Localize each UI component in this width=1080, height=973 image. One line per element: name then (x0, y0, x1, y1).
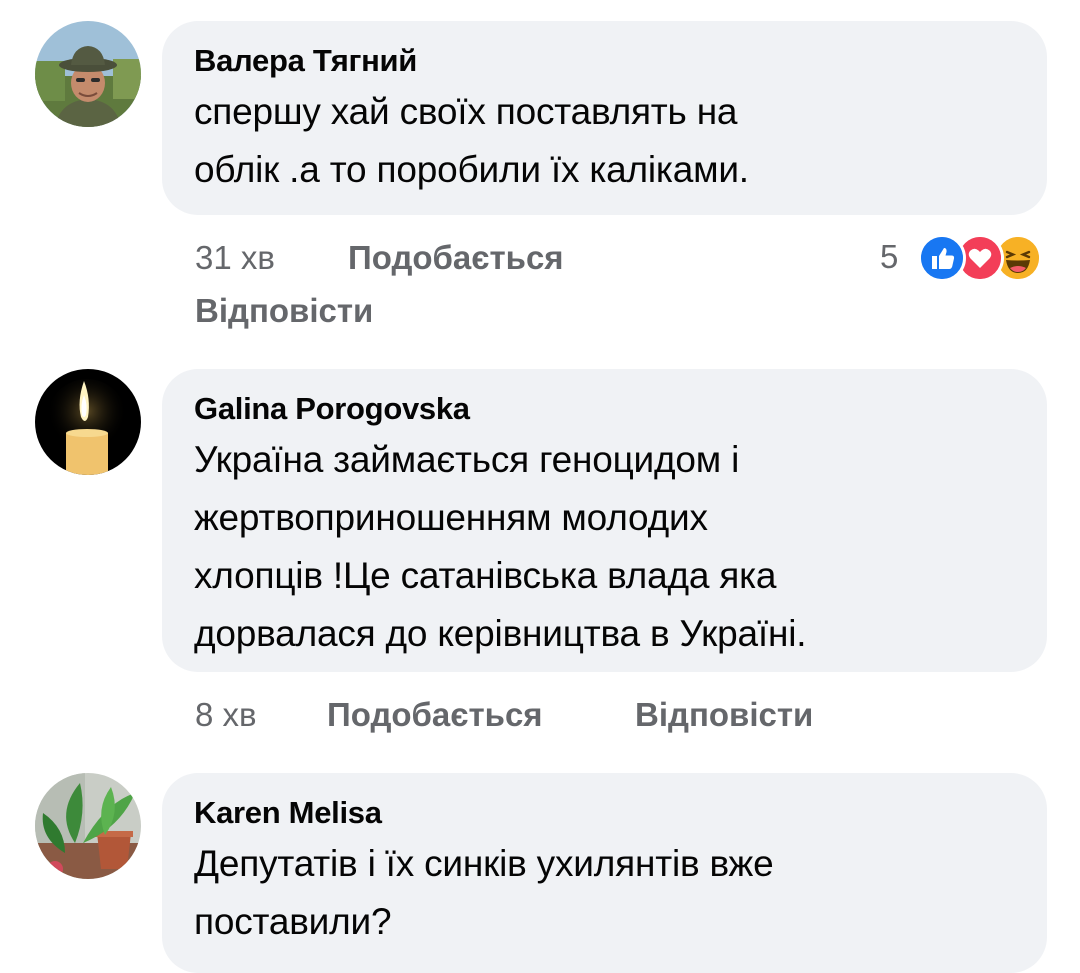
comment-text: Україна займається геноцидом і жертвопри… (194, 439, 807, 654)
author-avatar[interactable] (35, 369, 141, 475)
like-icon (918, 234, 966, 282)
comment-time[interactable]: 8 хв (195, 696, 257, 734)
reply-button[interactable]: Відповісти (635, 696, 813, 734)
man-in-hat-avatar-image (35, 21, 141, 127)
comment-bubble: Karen Melisa Депутатів і їх синків ухиля… (162, 773, 1047, 973)
author-name[interactable]: Galina Porogovska (194, 391, 1017, 427)
author-avatar[interactable] (35, 21, 141, 127)
candle-avatar-image (35, 369, 141, 475)
reaction-count: 5 (880, 238, 899, 275)
comment-time[interactable]: 31 хв (195, 239, 275, 277)
reply-button[interactable]: Відповісти (195, 292, 373, 330)
like-button[interactable]: Подобається (348, 239, 564, 277)
comment-text: спершу хай своїх поставлять на облік .а … (194, 91, 749, 190)
like-button[interactable]: Подобається (327, 696, 543, 734)
author-avatar[interactable] (35, 773, 141, 879)
author-name[interactable]: Karen Melisa (194, 795, 1017, 831)
author-name[interactable]: Валера Тягний (194, 43, 1017, 79)
comment-bubble: Валера Тягний спершу хай своїх поставлят… (162, 21, 1047, 215)
reaction-summary[interactable]: 5 (880, 234, 1050, 282)
comment-text: Депутатів і їх синків ухилянтів вже пост… (194, 843, 774, 942)
comment-bubble: Galina Porogovska Україна займається ген… (162, 369, 1047, 672)
plant-avatar-image (35, 773, 141, 879)
